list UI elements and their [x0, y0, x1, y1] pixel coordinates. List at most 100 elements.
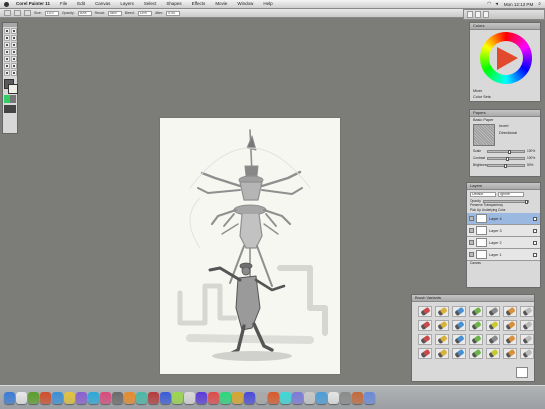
- brush-variant-icon[interactable]: [520, 306, 534, 317]
- dock-app-icon[interactable]: [352, 391, 363, 404]
- dock-app-icon[interactable]: [124, 391, 135, 404]
- lasso-icon[interactable]: [11, 49, 17, 55]
- eye-icon[interactable]: [469, 240, 474, 245]
- color-swatches[interactable]: [4, 79, 18, 94]
- dock-app-icon[interactable]: [196, 391, 207, 404]
- brightness-slider[interactable]: [487, 163, 525, 168]
- eraser-tool-icon[interactable]: [11, 35, 17, 41]
- canvas-layer-row[interactable]: Canvas: [467, 261, 540, 266]
- brush-tool-icon[interactable]: [4, 28, 10, 34]
- brush-preview-icon[interactable]: [483, 11, 489, 18]
- brush-variant-icon[interactable]: [520, 334, 534, 345]
- color-wheel[interactable]: [480, 32, 532, 84]
- brush-variant-icon[interactable]: [435, 348, 449, 359]
- dock-app-icon[interactable]: [268, 391, 279, 404]
- menu-canvas[interactable]: Canvas: [90, 0, 115, 8]
- brush-variant-icon[interactable]: [486, 306, 500, 317]
- brush-variant-icon[interactable]: [452, 306, 466, 317]
- brush-variant-icon[interactable]: [418, 320, 432, 331]
- paper-selector[interactable]: [4, 95, 16, 103]
- apple-icon[interactable]: [4, 1, 9, 7]
- resat-field[interactable]: 46%: [107, 10, 122, 16]
- volume-icon[interactable]: ◂: [495, 1, 498, 7]
- reset-tool-button[interactable]: [14, 10, 21, 16]
- paint-bucket-icon[interactable]: [4, 35, 10, 41]
- brush-variant-icon[interactable]: [469, 306, 483, 317]
- brush-variant-icon[interactable]: [435, 320, 449, 331]
- brush-tool-icon[interactable]: [4, 10, 11, 16]
- transform-tool-icon[interactable]: [11, 42, 17, 48]
- menu-movie[interactable]: Movie: [210, 0, 232, 8]
- layers-panel-title[interactable]: Layers: [467, 183, 540, 190]
- dock-app-icon[interactable]: [232, 391, 243, 404]
- lock-checkbox[interactable]: [533, 228, 537, 233]
- magic-wand-icon[interactable]: [4, 56, 10, 62]
- color-sets-row[interactable]: Color Sets: [470, 94, 540, 100]
- wifi-icon[interactable]: ◠: [487, 1, 491, 7]
- dock-app-icon[interactable]: [88, 391, 99, 404]
- brush-variant-icon[interactable]: [503, 348, 517, 359]
- brush-variant-icon[interactable]: [418, 334, 432, 345]
- brightness-slider-thumb[interactable]: [504, 163, 508, 168]
- layer-row[interactable]: Layer 3: [467, 225, 540, 237]
- composite-depth-select[interactable]: Ignore: [498, 192, 524, 197]
- menu-select[interactable]: Select: [139, 0, 162, 8]
- layer-opacity-slider[interactable]: [482, 199, 529, 204]
- dock-app-icon[interactable]: [184, 391, 195, 404]
- brush-variants-title[interactable]: Brush Variants: [412, 295, 534, 302]
- bleed-field[interactable]: 14%: [137, 10, 152, 16]
- dock-app-icon[interactable]: [148, 391, 159, 404]
- dock-app-icon[interactable]: [340, 391, 351, 404]
- brush-variant-icon[interactable]: [486, 348, 500, 359]
- dock-app-icon[interactable]: [64, 391, 75, 404]
- brush-options-icon[interactable]: [516, 367, 528, 378]
- menu-file[interactable]: File: [55, 0, 72, 8]
- rectangle-select-icon[interactable]: [4, 49, 10, 55]
- brush-variant-icon[interactable]: [475, 11, 481, 18]
- opacity-field[interactable]: 50%: [77, 10, 92, 16]
- crop-tool-icon[interactable]: [11, 56, 17, 62]
- directional-option[interactable]: Directional: [499, 131, 517, 136]
- size-field[interactable]: 10.0: [44, 10, 59, 16]
- brush-variant-icon[interactable]: [503, 306, 517, 317]
- stroke-type-button[interactable]: [24, 10, 31, 16]
- eye-icon[interactable]: [469, 216, 474, 221]
- layer-row[interactable]: Layer 2: [467, 237, 540, 249]
- dock-app-icon[interactable]: [292, 391, 303, 404]
- pen-tool-icon[interactable]: [4, 63, 10, 69]
- dock-app-icon[interactable]: [40, 391, 51, 404]
- dock-app-icon[interactable]: [28, 391, 39, 404]
- jitter-field[interactable]: 0.00: [166, 10, 181, 16]
- lock-checkbox[interactable]: [533, 252, 537, 257]
- dock-app-icon[interactable]: [280, 391, 291, 404]
- brush-variant-icon[interactable]: [452, 320, 466, 331]
- menu-window[interactable]: Window: [232, 0, 258, 8]
- brush-variant-icon[interactable]: [435, 306, 449, 317]
- dock-app-icon[interactable]: [304, 391, 315, 404]
- brush-variant-icon[interactable]: [469, 348, 483, 359]
- magnifier-icon[interactable]: [11, 70, 17, 76]
- brush-variant-icon[interactable]: [418, 306, 432, 317]
- lock-checkbox[interactable]: [533, 240, 537, 245]
- dock-app-icon[interactable]: [52, 391, 63, 404]
- dock-app-icon[interactable]: [364, 391, 375, 404]
- app-menu[interactable]: Corel Painter 11: [11, 0, 55, 8]
- dropper-tool-icon[interactable]: [11, 28, 17, 34]
- brush-variant-icon[interactable]: [520, 348, 534, 359]
- menu-shapes[interactable]: Shapes: [161, 0, 186, 8]
- menu-edit[interactable]: Edit: [72, 0, 90, 8]
- dock-app-icon[interactable]: [160, 391, 171, 404]
- dock-app-icon[interactable]: [100, 391, 111, 404]
- brush-category-icon[interactable]: [467, 11, 473, 18]
- additional-color-swatch[interactable]: [8, 84, 18, 94]
- dock-app-icon[interactable]: [76, 391, 87, 404]
- dock-app-icon[interactable]: [244, 391, 255, 404]
- brush-variant-icon[interactable]: [452, 348, 466, 359]
- dock-app-icon[interactable]: [16, 391, 27, 404]
- layer-adjuster-icon[interactable]: [4, 42, 10, 48]
- menu-effects[interactable]: Effects: [187, 0, 211, 8]
- brush-variant-icon[interactable]: [469, 334, 483, 345]
- contrast-slider[interactable]: [487, 156, 525, 161]
- dock-app-icon[interactable]: [172, 391, 183, 404]
- paper-texture-preview[interactable]: [473, 124, 495, 146]
